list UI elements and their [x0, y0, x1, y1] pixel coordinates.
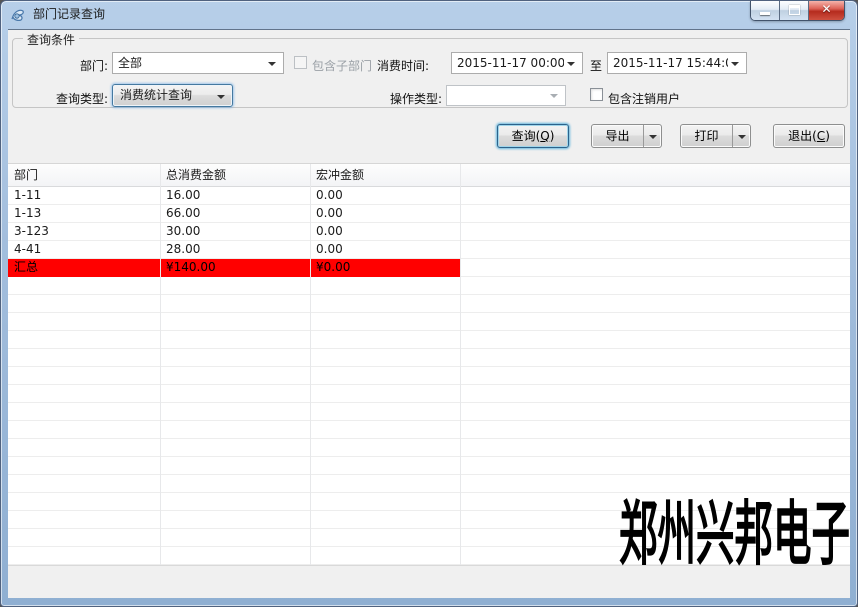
operation-type-select [446, 85, 566, 106]
query-conditions-groupbox: 查询条件 部门: 全部 包含子部门 消费时间: 2015-11-17 00:00… [12, 38, 848, 108]
query-type-value: 消费统计查询 [120, 85, 212, 106]
column-divider [160, 164, 161, 565]
export-dropdown-button[interactable] [644, 125, 661, 147]
column-divider [460, 164, 461, 565]
query-type-label: 查询类型: [33, 90, 108, 107]
table-header: 部门 总消费金额 宏冲金额 [8, 164, 850, 187]
minimize-icon [760, 12, 770, 15]
export-split-button: 导出 [591, 124, 662, 148]
vendor-watermark: 郑州兴邦电子 [619, 498, 850, 570]
chevron-down-icon [217, 95, 225, 99]
chevron-down-icon [731, 62, 739, 66]
header-reversal-amount[interactable]: 宏冲金额 [316, 164, 364, 186]
include-cancelled-users-checkbox[interactable] [590, 88, 603, 101]
cell-total: 30.00 [166, 223, 306, 240]
exit-button[interactable]: 退出(C) [773, 124, 845, 148]
cell-total: 28.00 [166, 241, 306, 258]
header-total-amount[interactable]: 总消费金额 [166, 164, 226, 186]
cell-summary-label: 汇总 [14, 259, 156, 276]
cell-department: 1-13 [14, 205, 156, 222]
table-row[interactable]: 3-123 30.00 0.00 [8, 223, 850, 241]
app-window: 部门记录查询 ✕ 查询条件 部门: 全部 包含子部门 消费时间 [0, 0, 858, 607]
cell-department: 3-123 [14, 223, 156, 240]
time-from-picker[interactable]: 2015-11-17 00:00:0 [451, 52, 583, 74]
cell-total: 66.00 [166, 205, 306, 222]
to-label: 至 [590, 57, 602, 74]
print-button[interactable]: 打印 [681, 125, 733, 147]
consume-time-label: 消费时间: [377, 57, 429, 74]
column-divider [310, 164, 311, 565]
caption-buttons: ✕ [750, 1, 845, 21]
query-button[interactable]: 查询(Q) [497, 124, 569, 148]
print-dropdown-button[interactable] [733, 125, 750, 147]
query-button-label: 查询( [512, 129, 541, 143]
cell-department: 4-41 [14, 241, 156, 258]
maximize-button[interactable] [780, 1, 809, 20]
chevron-down-icon [738, 135, 746, 139]
table-row[interactable]: 4-41 28.00 0.00 [8, 241, 850, 259]
chevron-down-icon [550, 94, 558, 98]
operation-type-label: 操作类型: [368, 90, 442, 107]
app-icon [10, 7, 26, 23]
include-cancelled-users-label: 包含注销用户 [608, 90, 680, 107]
titlebar[interactable]: 部门记录查询 ✕ [1, 1, 857, 29]
header-department[interactable]: 部门 [14, 164, 38, 186]
export-button[interactable]: 导出 [592, 125, 644, 147]
department-label: 部门: [33, 57, 108, 74]
time-from-value: 2015-11-17 00:00:0 [457, 53, 564, 73]
minimize-button[interactable] [751, 1, 780, 20]
time-to-picker[interactable]: 2015-11-17 15:44:0 [607, 52, 747, 74]
client-area: 查询条件 部门: 全部 包含子部门 消费时间: 2015-11-17 00:00… [8, 29, 850, 598]
exit-button-label: 退出( [788, 129, 817, 143]
cell-amount: 0.00 [316, 205, 456, 222]
chevron-down-icon [649, 135, 657, 139]
cell-department: 1-11 [14, 187, 156, 204]
cell-amount: 0.00 [316, 241, 456, 258]
cell-amount: 0.00 [316, 223, 456, 240]
cell-amount: 0.00 [316, 187, 456, 204]
close-icon: ✕ [809, 2, 844, 16]
print-split-button: 打印 [680, 124, 751, 148]
cell-summary-amount: ¥0.00 [316, 259, 456, 276]
query-type-select[interactable]: 消费统计查询 [112, 84, 233, 107]
maximize-icon [789, 5, 800, 15]
chevron-down-icon [567, 62, 575, 66]
chevron-down-icon [268, 62, 276, 66]
close-button[interactable]: ✕ [809, 1, 844, 20]
cell-summary-total: ¥140.00 [166, 259, 306, 276]
summary-row[interactable]: 汇总 ¥140.00 ¥0.00 [8, 259, 460, 277]
cell-total: 16.00 [166, 187, 306, 204]
include-sub-department-label: 包含子部门 [312, 57, 372, 74]
time-to-value: 2015-11-17 15:44:0 [613, 53, 728, 73]
table-row[interactable]: 1-13 66.00 0.00 [8, 205, 850, 223]
window-title: 部门记录查询 [33, 1, 105, 28]
department-select[interactable]: 全部 [112, 52, 284, 74]
table-row[interactable]: 1-11 16.00 0.00 [8, 187, 850, 205]
groupbox-title: 查询条件 [23, 31, 79, 48]
include-sub-department-checkbox [294, 56, 307, 69]
department-value: 全部 [118, 53, 263, 73]
